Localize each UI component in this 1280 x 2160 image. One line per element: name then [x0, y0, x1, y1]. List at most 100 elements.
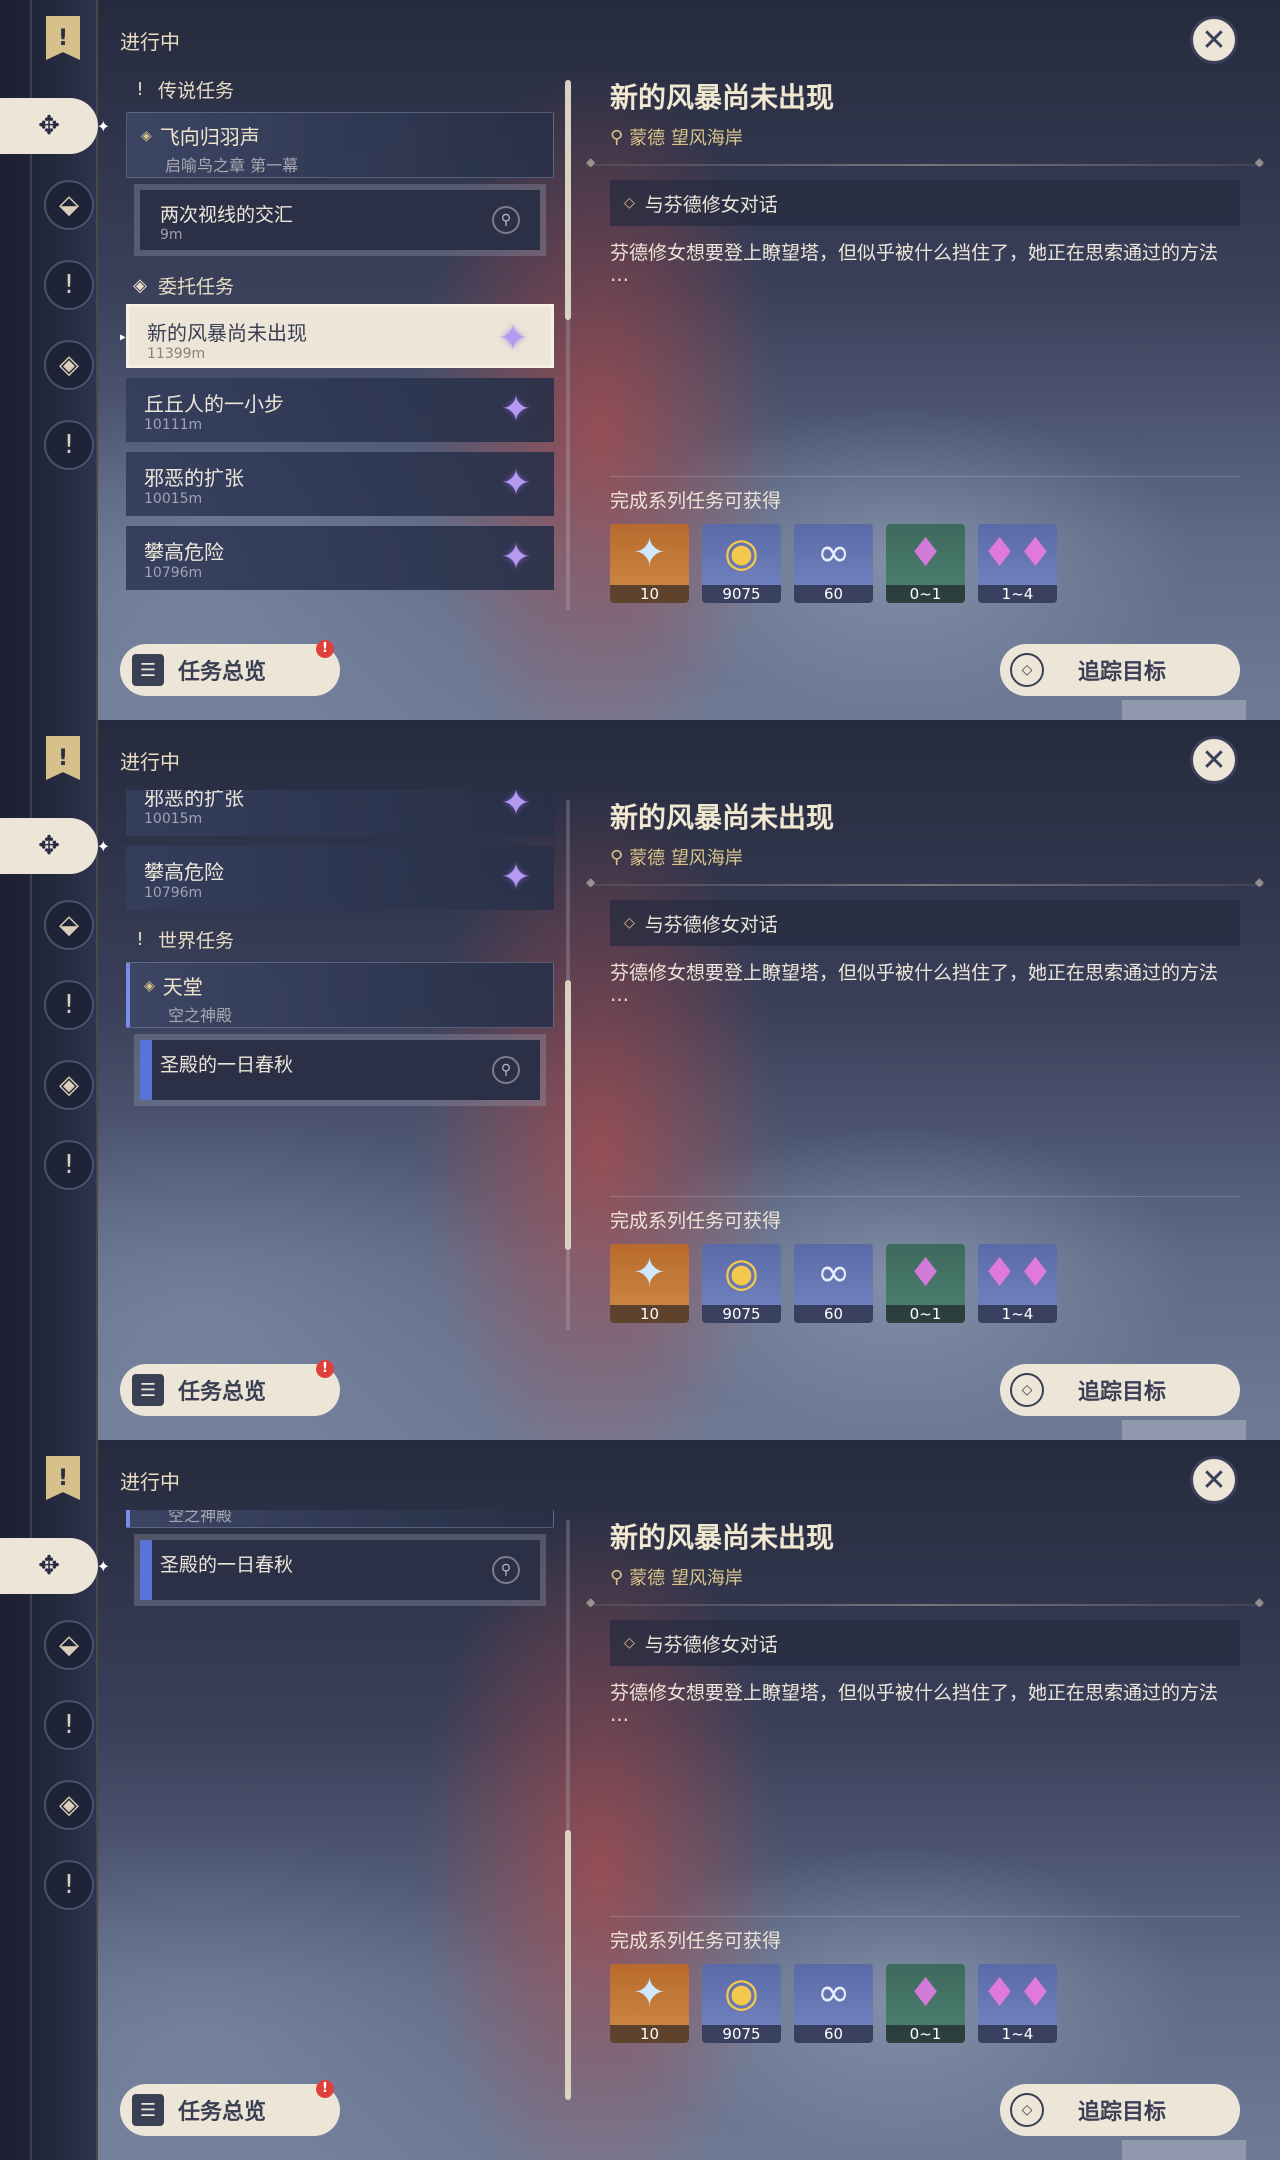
quest-overview-button[interactable]: ☰ 任务总览 ! — [120, 640, 340, 696]
reward-exp[interactable]: ∞ 60 — [794, 524, 873, 603]
quest-description: 芬德修女想要登上瞭望塔，但似乎被什么挡住了，她正在思索通过的方法 … — [610, 1682, 1219, 1726]
quest-list[interactable]: ! 传说任务 ◈飞向归羽声 启喻鸟之章 第一幕 两次视线的交汇 9m ⚲ ◈ 委… — [120, 70, 560, 610]
reward-primogem[interactable]: ✦ 10 — [610, 1964, 689, 2043]
reward-crystal[interactable]: ♦ 0~1 — [886, 1964, 965, 2043]
commission-icon[interactable]: ✥ — [0, 818, 110, 874]
track-target-button[interactable]: ◇ 追踪目标 — [1000, 644, 1240, 696]
quest-chapter-world[interactable]: ◈天堂 空之神殿 — [126, 1510, 554, 1528]
track-target-button[interactable]: ◇ 追踪目标 — [1000, 1364, 1240, 1416]
world-icon[interactable]: ◈ — [44, 340, 94, 390]
category-world: ! 世界任务 — [120, 920, 560, 958]
quest-list[interactable]: ! 传说任务 ◈飞向归羽声 启喻鸟之章 第一幕 两次视线的交汇 9m ⚲ ◈ 委… — [120, 790, 560, 1330]
commission-task[interactable]: 邪恶的扩张 10015m ✦ — [126, 452, 554, 516]
list-scrollbar[interactable] — [565, 80, 571, 610]
home-indicator — [1122, 2140, 1246, 2160]
diamond-icon: ◇ — [624, 1635, 635, 1651]
commission-task[interactable]: 丘丘人的一小步 10111m ✦ — [126, 378, 554, 442]
reward-mora[interactable]: ◉ 9075 — [702, 1244, 781, 1323]
quest-chapter-legend[interactable]: ◈ 飞向归羽声 启喻鸟之章 第一幕 — [126, 112, 554, 178]
quest-list[interactable]: ! 传说任务 ◈飞向归羽声 启喻鸟之章 第一幕 两次视线的交汇 9m ⚲ ◈ 委… — [120, 1510, 560, 2050]
close-icon[interactable]: ✕ — [1190, 16, 1238, 64]
crystal-cluster-icon: ♦♦ — [981, 1970, 1054, 2016]
diamond-icon: ◇ — [624, 915, 635, 931]
reward-crystal[interactable]: ♦ 0~1 — [886, 1244, 965, 1323]
reward-crystal-cluster[interactable]: ♦♦ 1~4 — [978, 524, 1057, 603]
archon-icon[interactable]: ⬙ — [44, 180, 94, 230]
commission-task[interactable]: 邪恶的扩张 10015m ✦ — [126, 790, 554, 836]
bookmark-icon[interactable]: ! — [46, 1456, 80, 1500]
commission-icon[interactable]: ✥ — [0, 98, 110, 154]
diamond-icon: ◇ — [1010, 1373, 1044, 1407]
bookmark-icon[interactable]: ! — [46, 16, 80, 60]
world-subquest[interactable]: 圣殿的一日春秋 ⚲ — [134, 1534, 546, 1606]
quest-chapter-world[interactable]: ◈天堂 空之神殿 — [126, 962, 554, 1028]
rewards-row: ✦ 10 ◉ 9075 ∞ 60 ♦ 0~1 ♦♦ 1~4 — [610, 524, 1057, 603]
reward-primogem[interactable]: ✦ 10 — [610, 1244, 689, 1323]
pin-icon[interactable]: ⚲ — [492, 1056, 520, 1084]
commission-star-icon: ✦ — [500, 537, 532, 578]
quest-panel: ! ✥ ⬙ ! ◈ ! 进行中 ✕ ! 传说任务 ◈飞向归羽声 启喻鸟之章 第一… — [0, 1440, 1280, 2160]
category-commission: ◈ 委托任务 — [133, 274, 235, 298]
objective: ◇ 与芬德修女对话 — [610, 1620, 1240, 1666]
diamond-icon: ◇ — [1010, 653, 1044, 687]
notification-badge: ! — [316, 640, 334, 658]
primogem-icon: ✦ — [632, 1970, 667, 2016]
commission-task[interactable]: ▶ 新的风暴尚未出现 11399m ✦ — [120, 304, 554, 368]
exclaim-icon[interactable]: ! — [44, 420, 94, 470]
story-icon[interactable]: ! — [44, 1700, 94, 1750]
story-icon[interactable]: ! — [44, 980, 94, 1030]
quest-overview-button[interactable]: ☰ 任务总览 ! — [120, 1360, 340, 1416]
left-rail: ! ✥ ⬙ ! ◈ ! — [0, 1440, 110, 2160]
reward-exp[interactable]: ∞ 60 — [794, 1244, 873, 1323]
world-subquest[interactable]: 圣殿的一日春秋 ⚲ — [134, 1034, 546, 1106]
diamond-icon: ◈ — [141, 127, 152, 144]
world-icon[interactable]: ◈ — [44, 1780, 94, 1830]
pin-icon[interactable]: ⚲ — [492, 206, 520, 234]
list-scrollbar[interactable] — [565, 1520, 571, 2100]
list-scrollbar[interactable] — [565, 800, 571, 1330]
archon-icon[interactable]: ⬙ — [44, 1620, 94, 1670]
track-target-button[interactable]: ◇ 追踪目标 — [1000, 2084, 1240, 2136]
quest-panel: ! ✥ ⬙ ! ◈ ! 进行中 ✕ ! 传说任务 ◈飞向归羽声 启喻鸟之章 第一… — [0, 0, 1280, 720]
diamond-icon: ◇ — [1010, 2093, 1044, 2127]
quest-description: 芬德修女想要登上瞭望塔，但似乎被什么挡住了，她正在思索通过的方法 … — [610, 962, 1219, 1006]
exclaim-icon: ! — [132, 609, 148, 611]
pin-icon: ⚲ — [610, 1566, 624, 1588]
status-title: 进行中 — [120, 750, 180, 774]
divider — [586, 875, 1264, 889]
exclaim-icon[interactable]: ! — [44, 1140, 94, 1190]
reward-crystal[interactable]: ♦ 0~1 — [886, 524, 965, 603]
objective: ◇ 与芬德修女对话 — [610, 900, 1240, 946]
commission-icon[interactable]: ✥ — [0, 1538, 110, 1594]
pin-icon[interactable]: ⚲ — [492, 1556, 520, 1584]
quest-description: 芬德修女想要登上瞭望塔，但似乎被什么挡住了，她正在思索通过的方法 … — [610, 242, 1219, 286]
reward-exp[interactable]: ∞ 60 — [794, 1964, 873, 2043]
close-icon[interactable]: ✕ — [1190, 1456, 1238, 1504]
commission-task[interactable]: 攀高危险 10796m ✦ — [126, 846, 554, 910]
legend-subquest[interactable]: 两次视线的交汇 9m ⚲ — [134, 184, 546, 256]
bookmark-icon[interactable]: ! — [46, 736, 80, 780]
status-title: 进行中 — [120, 30, 180, 54]
reward-primogem[interactable]: ✦ 10 — [610, 524, 689, 603]
quest-location: ⚲ 蒙德 望风海岸 — [610, 126, 743, 150]
reward-crystal-cluster[interactable]: ♦♦ 1~4 — [978, 1964, 1057, 2043]
close-icon[interactable]: ✕ — [1190, 736, 1238, 784]
world-icon[interactable]: ◈ — [44, 1060, 94, 1110]
divider — [610, 1196, 1240, 1197]
archon-icon[interactable]: ⬙ — [44, 900, 94, 950]
diamond-icon: ◈ — [144, 977, 155, 994]
commission-task[interactable]: 攀高危险 10796m ✦ — [126, 526, 554, 590]
divider — [610, 476, 1240, 477]
exclaim-icon[interactable]: ! — [44, 1860, 94, 1910]
rewards-row: ✦ 10 ◉ 9075 ∞ 60 ♦ 0~1 ♦♦ 1~4 — [610, 1964, 1057, 2043]
pin-icon: ⚲ — [610, 126, 624, 148]
commission-star-icon: ✦ — [497, 318, 529, 359]
quest-detail: 新的风暴尚未出现 ⚲ 蒙德 望风海岸 ◇ 与芬德修女对话 芬德修女想要登上瞭望塔… — [586, 1516, 1264, 1726]
reward-mora[interactable]: ◉ 9075 — [702, 524, 781, 603]
story-icon[interactable]: ! — [44, 260, 94, 310]
pin-icon: ⚲ — [610, 846, 624, 868]
reward-crystal-cluster[interactable]: ♦♦ 1~4 — [978, 1244, 1057, 1323]
reward-mora[interactable]: ◉ 9075 — [702, 1964, 781, 2043]
divider — [586, 1595, 1264, 1609]
quest-overview-button[interactable]: ☰ 任务总览 ! — [120, 2080, 340, 2136]
